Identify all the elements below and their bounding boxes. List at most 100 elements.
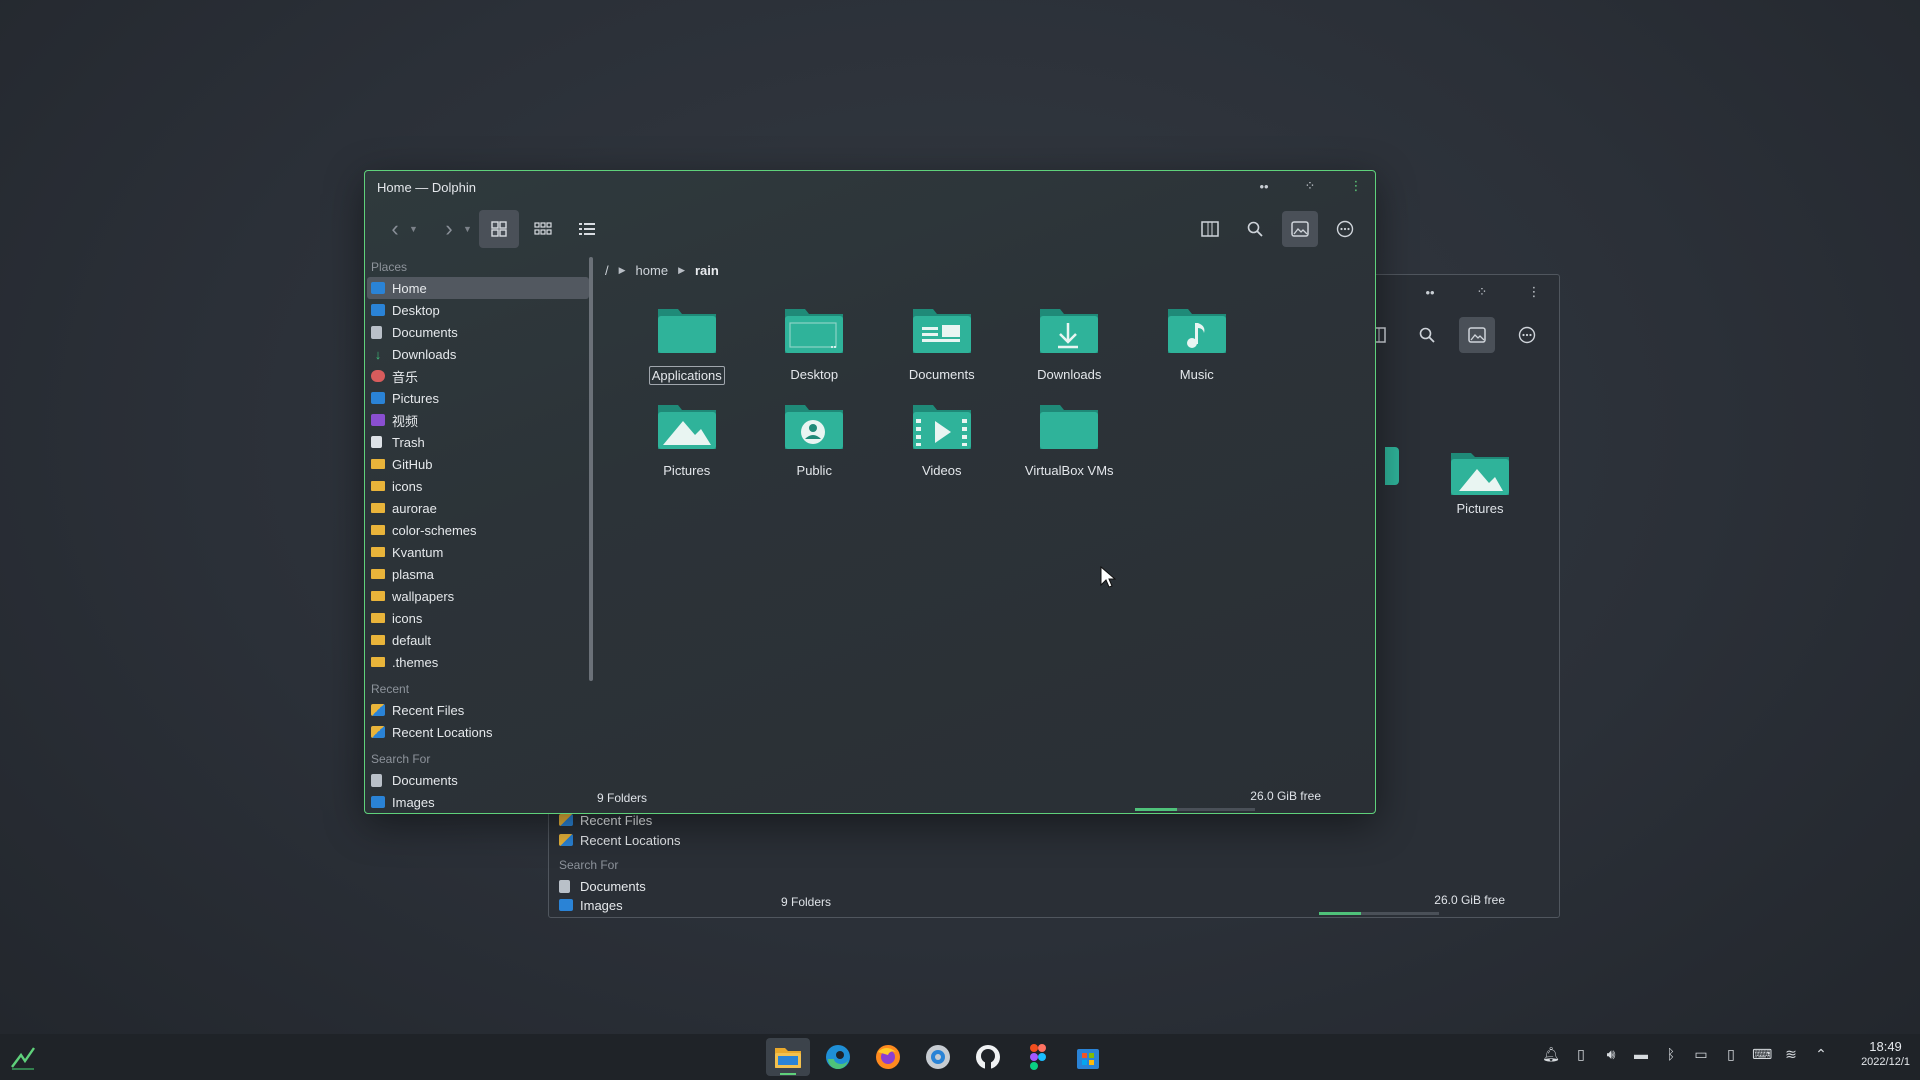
chevron-up-icon[interactable]: ⌃ bbox=[1812, 1046, 1830, 1063]
sidebar-item-label: icons bbox=[392, 610, 423, 626]
bg-folder-item[interactable]: Pictures bbox=[1433, 445, 1527, 516]
sidebar-item-[interactable]: 音乐 bbox=[367, 365, 589, 387]
sidebar-item[interactable]: Images bbox=[555, 897, 765, 913]
compact-view-icon[interactable] bbox=[523, 210, 563, 248]
split-view-icon[interactable] bbox=[1192, 211, 1228, 247]
toolbar: ‹ ▼ › ▼ bbox=[365, 203, 1375, 255]
sidebar-item[interactable]: Recent Locations bbox=[555, 829, 765, 851]
folder-icon bbox=[371, 503, 385, 513]
notifications-icon[interactable]: 🔔︎ bbox=[1542, 1046, 1560, 1063]
details-view-icon[interactable] bbox=[567, 210, 607, 248]
minimize-icon[interactable]: ⁘ bbox=[1299, 177, 1321, 195]
sidebar-item-plasma[interactable]: plasma bbox=[367, 563, 589, 585]
back-dropdown-icon[interactable]: ▼ bbox=[409, 224, 421, 234]
free-space-bar bbox=[1135, 808, 1255, 811]
sidebar-item-trash[interactable]: Trash bbox=[367, 431, 589, 453]
sidebar-item-default[interactable]: default bbox=[367, 629, 589, 651]
sidebar-item-wallpapers[interactable]: wallpapers bbox=[367, 585, 589, 607]
folder-icon bbox=[371, 569, 385, 579]
sidebar-item-themes[interactable]: .themes bbox=[367, 651, 589, 673]
sidebar-item-color-schemes[interactable]: color-schemes bbox=[367, 519, 589, 541]
sidebar-item-recent-files[interactable]: Recent Files bbox=[367, 699, 589, 721]
volume-icon[interactable]: 🔊︎ bbox=[1602, 1046, 1620, 1063]
icons-view-icon[interactable] bbox=[479, 210, 519, 248]
status-free-space: 26.0 GiB free bbox=[1434, 893, 1505, 907]
sidebar-item-icons[interactable]: icons bbox=[367, 475, 589, 497]
sidebar-item-documents[interactable]: Documents bbox=[367, 769, 589, 791]
folder-icon bbox=[371, 547, 385, 557]
firefox-icon[interactable] bbox=[866, 1038, 910, 1076]
edge-icon[interactable] bbox=[816, 1038, 860, 1076]
search-icon[interactable] bbox=[1409, 317, 1445, 353]
sidebar-item-aurorae[interactable]: aurorae bbox=[367, 497, 589, 519]
github-icon[interactable] bbox=[966, 1038, 1010, 1076]
desktop-folder-icon bbox=[782, 303, 846, 360]
preview-icon[interactable] bbox=[1282, 211, 1318, 247]
close-icon[interactable]: ⋮ bbox=[1523, 283, 1545, 301]
dolphin-window[interactable]: Home — Dolphin •• ⁘ ⋮ ‹ ▼ › ▼ Places Hom… bbox=[364, 170, 1376, 814]
search-icon[interactable] bbox=[1237, 211, 1273, 247]
app-launcher-icon[interactable] bbox=[8, 1043, 38, 1073]
folder-item-documents[interactable]: Documents bbox=[878, 303, 1006, 399]
keep-above-icon[interactable]: •• bbox=[1419, 283, 1441, 301]
folder-item-virtualbox-vms[interactable]: VirtualBox VMs bbox=[1006, 399, 1134, 495]
close-icon[interactable]: ⋮ bbox=[1345, 177, 1367, 195]
settings-icon[interactable] bbox=[916, 1038, 960, 1076]
sidebar-item-label: Trash bbox=[392, 434, 425, 450]
folder-label: VirtualBox VMs bbox=[1024, 463, 1114, 478]
folder-item-downloads[interactable]: Downloads bbox=[1006, 303, 1134, 399]
phone-icon[interactable]: ▯ bbox=[1722, 1046, 1740, 1063]
menu-icon[interactable] bbox=[1509, 317, 1545, 353]
folder-item-pictures[interactable]: Pictures bbox=[623, 399, 751, 495]
sidebar-item-recent-locations[interactable]: Recent Locations bbox=[367, 721, 589, 743]
sidebar-item-images[interactable]: Images bbox=[367, 791, 589, 813]
folder-item-public[interactable]: Public bbox=[751, 399, 879, 495]
battery-icon[interactable]: ▬ bbox=[1632, 1046, 1650, 1063]
folder-label: Pictures bbox=[1456, 501, 1504, 516]
folder-item-desktop[interactable]: Desktop bbox=[751, 303, 879, 399]
recent-files-icon bbox=[371, 704, 385, 716]
status-free-space: 26.0 GiB free bbox=[1250, 789, 1321, 803]
sidebar-item-desktop[interactable]: Desktop bbox=[367, 299, 589, 321]
folder-item-videos[interactable]: Videos bbox=[878, 399, 1006, 495]
back-icon[interactable]: ‹ bbox=[381, 211, 409, 247]
folder-item-music[interactable]: Music bbox=[1133, 303, 1261, 399]
sidebar-item-home[interactable]: Home bbox=[367, 277, 589, 299]
forward-icon[interactable]: › bbox=[435, 211, 463, 247]
menu-icon[interactable] bbox=[1327, 211, 1363, 247]
panel-scrollbar[interactable] bbox=[589, 257, 593, 681]
clipboard-icon[interactable]: ▯ bbox=[1572, 1046, 1590, 1063]
forward-dropdown-icon[interactable]: ▼ bbox=[463, 224, 475, 234]
sidebar-item-documents[interactable]: Documents bbox=[367, 321, 589, 343]
sidebar-item-label: default bbox=[392, 632, 432, 648]
sidebar-item-label: Recent Locations bbox=[580, 832, 681, 848]
title-bar[interactable]: Home — Dolphin •• ⁘ ⋮ bbox=[365, 171, 1375, 203]
breadcrumb-root[interactable]: / bbox=[605, 263, 609, 278]
bluetooth-icon[interactable]: ᛒ bbox=[1662, 1046, 1680, 1063]
sidebar-item-label: Documents bbox=[392, 772, 458, 788]
sidebar-item-pictures[interactable]: Pictures bbox=[367, 387, 589, 409]
folder-item-applications[interactable]: Applications bbox=[623, 303, 751, 399]
digital-clock[interactable]: 18:49 2022/12/1 bbox=[1861, 1039, 1910, 1068]
dolphin-icon[interactable] bbox=[766, 1038, 810, 1076]
breadcrumb-home[interactable]: home bbox=[636, 263, 669, 278]
bg-toolbar bbox=[1359, 317, 1545, 353]
sidebar-item-downloads[interactable]: ↓ Downloads bbox=[367, 343, 589, 365]
sidebar-item-[interactable]: 视频 bbox=[367, 409, 589, 431]
store-icon[interactable] bbox=[1066, 1038, 1110, 1076]
wifi-icon[interactable]: ≋ bbox=[1782, 1046, 1800, 1063]
sidebar-item-icons[interactable]: icons bbox=[367, 607, 589, 629]
sidebar-item-github[interactable]: GitHub bbox=[367, 453, 589, 475]
minimize-icon[interactable]: ⁘ bbox=[1471, 283, 1493, 301]
sidebar-item-kvantum[interactable]: Kvantum bbox=[367, 541, 589, 563]
sidebar-item[interactable]: Documents bbox=[555, 875, 765, 897]
display-icon[interactable]: ▭ bbox=[1692, 1046, 1710, 1063]
keep-above-icon[interactable]: •• bbox=[1253, 177, 1275, 195]
breadcrumb-rain[interactable]: rain bbox=[695, 263, 719, 278]
figma-icon[interactable] bbox=[1016, 1038, 1060, 1076]
sidebar-item-label: Desktop bbox=[392, 302, 440, 318]
preview-icon[interactable] bbox=[1459, 317, 1495, 353]
keyboard-icon[interactable]: ⌨ bbox=[1752, 1046, 1772, 1063]
sidebar-item-label: Images bbox=[392, 794, 435, 810]
video-icon bbox=[371, 414, 385, 426]
